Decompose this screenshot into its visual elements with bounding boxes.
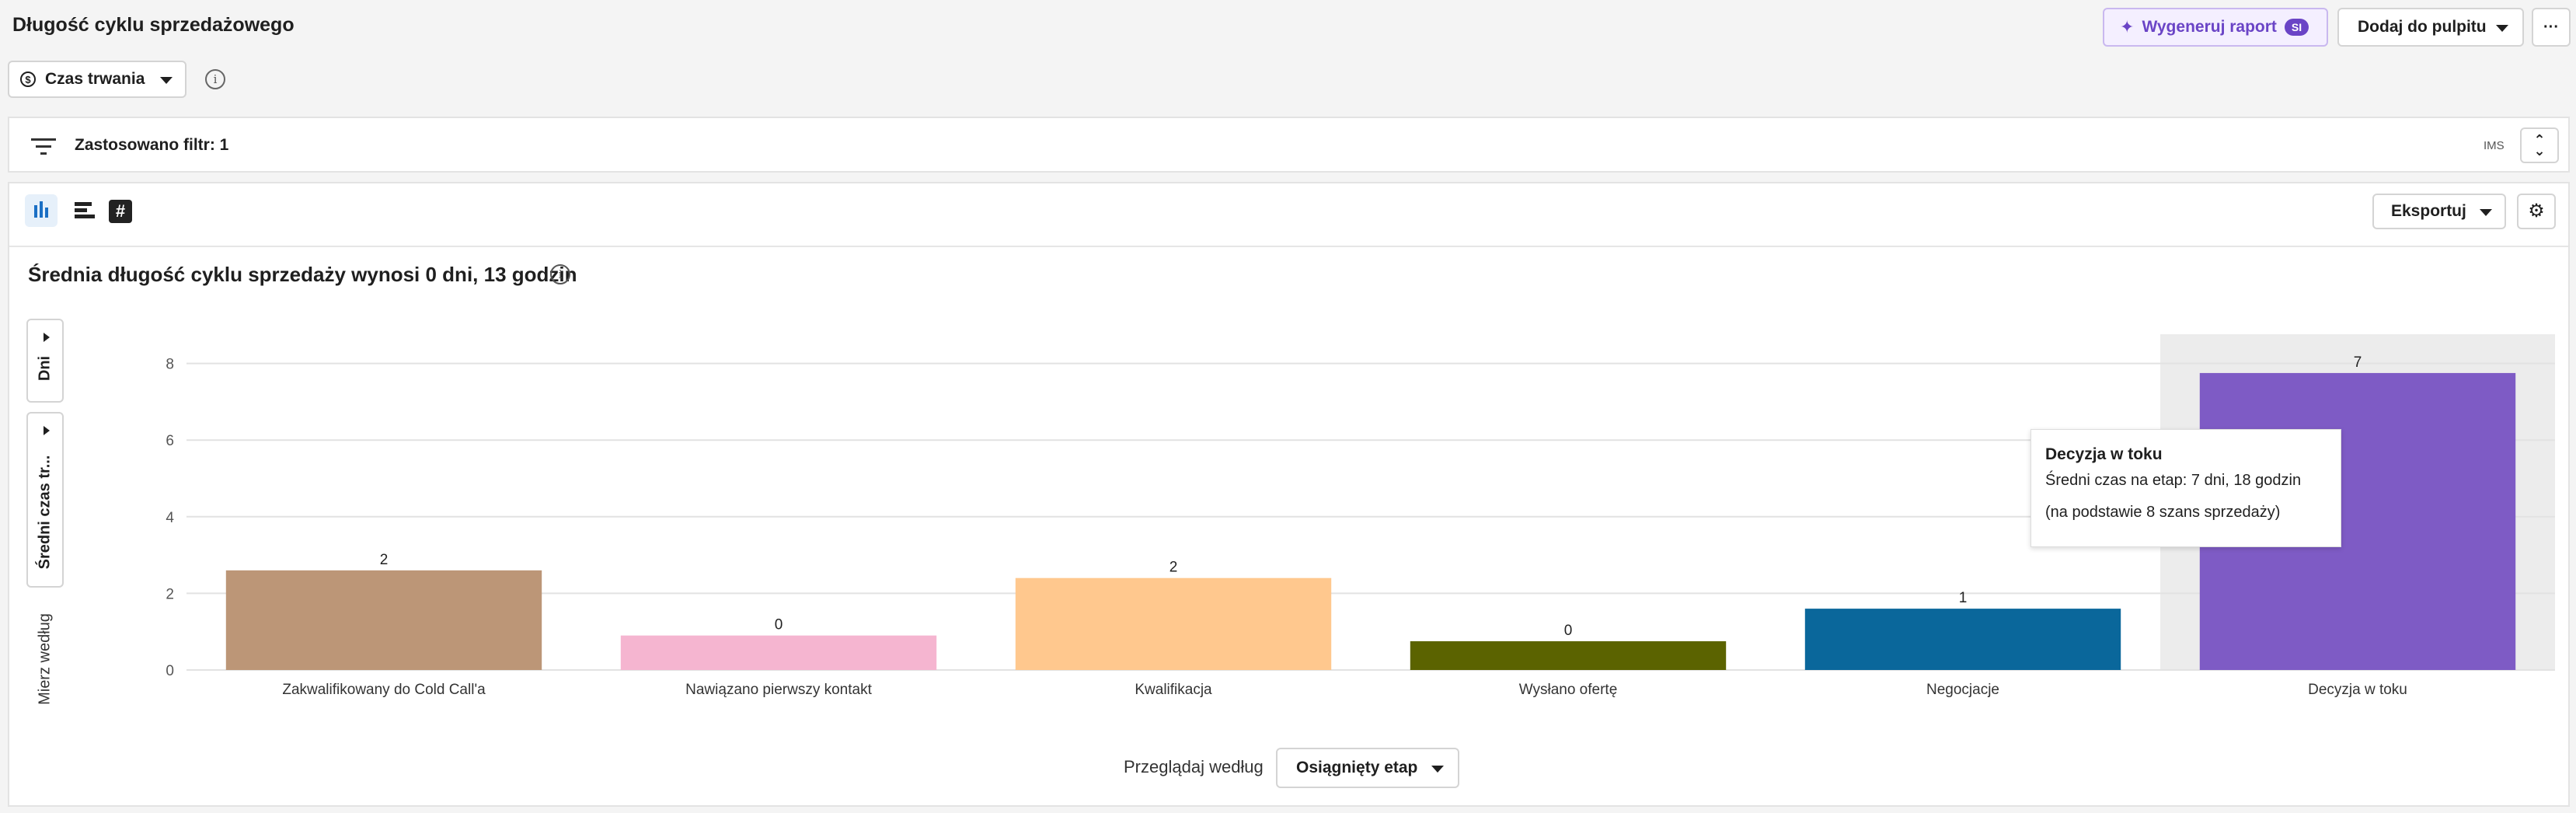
tooltip-line1: Średni czas na etap: 7 dni, 18 godzin	[2045, 472, 2302, 489]
filter-status[interactable]: Zastosowano filtr: 1	[75, 136, 228, 155]
measure-select-label: Czas trwania	[45, 70, 145, 88]
bar	[1015, 577, 1332, 670]
chevron-down-icon	[160, 77, 173, 84]
page-title: Długość cyklu sprzedażowego	[12, 14, 295, 36]
chevron-up-down-icon: ⌃ ⌄	[2533, 132, 2546, 159]
ai-badge: SI	[2284, 19, 2309, 36]
tooltip-title: Decyzja w toku	[2045, 445, 2163, 463]
y-tick-label: 2	[166, 586, 174, 602]
x-tick-label: Decyzja w toku	[2308, 682, 2407, 698]
x-tick-label: Negocjacje	[1926, 682, 1999, 698]
data-label: 0	[1564, 623, 1573, 639]
dollar-icon: $	[20, 72, 36, 87]
summary-title: Średnia długość cyklu sprzedaży wynosi 0…	[28, 263, 577, 286]
x-tick-label: Nawiązano pierwszy kontakt	[685, 682, 872, 698]
export-button[interactable]: Eksportuj	[2372, 194, 2506, 229]
bar	[225, 570, 542, 670]
info-icon[interactable]: i	[550, 264, 570, 284]
add-to-dashboard-label: Dodaj do pulpitu	[2358, 18, 2487, 36]
column-chart-view-toggle[interactable]	[25, 194, 58, 227]
chart-settings-button[interactable]: ⚙	[2517, 194, 2556, 229]
data-label: 1	[1959, 590, 1968, 606]
chart-tooltip: Decyzja w toku Średni czas na etap: 7 dn…	[2030, 429, 2341, 547]
info-icon[interactable]: i	[205, 69, 225, 89]
unit-label: Dni	[36, 356, 54, 382]
data-label: 2	[1169, 560, 1178, 576]
x-tick-label: Kwalifikacja	[1135, 682, 1212, 698]
measure-select[interactable]: $ Czas trwania	[8, 61, 186, 98]
generate-report-button[interactable]: ✦ Wygeneruj raport SI	[2103, 8, 2328, 47]
export-label: Eksportuj	[2391, 202, 2466, 220]
chevron-down-icon	[2496, 25, 2508, 32]
browse-by-label: Przeglądaj według	[1124, 757, 1264, 776]
filter-bar: Zastosowano filtr: 1 IMS ⌃ ⌄	[8, 117, 2570, 173]
chevron-down-icon	[2480, 209, 2492, 216]
browse-by-select[interactable]: Osiągnięty etap	[1276, 748, 1459, 788]
chevron-down-icon	[1431, 766, 1444, 773]
y-tick-label: 4	[166, 510, 174, 526]
metric-label: Średni czas tr...	[36, 455, 54, 569]
x-tick-label: Zakwalifikowany do Cold Call'a	[282, 682, 486, 698]
measure-by-label: Mierz według	[36, 613, 54, 705]
add-to-dashboard-button[interactable]: Dodaj do pulpitu	[2337, 8, 2524, 47]
y-tick-label: 0	[166, 663, 174, 679]
generate-report-label: Wygeneruj raport	[2142, 18, 2277, 36]
collapse-toggle-button[interactable]: ⌃ ⌄	[2520, 127, 2559, 163]
x-tick-label: Wysłano ofertę	[1519, 682, 1618, 698]
filter-tag: IMS	[2484, 139, 2505, 152]
more-options-button[interactable]: ···	[2532, 8, 2571, 47]
browse-by-value: Osiągnięty etap	[1296, 759, 1418, 776]
unit-toggle[interactable]: Dni	[26, 319, 64, 403]
more-icon: ···	[2543, 18, 2559, 36]
data-label: 2	[380, 552, 389, 568]
y-tick-label: 8	[166, 357, 174, 373]
tooltip-line2: (na podstawie 8 szans sprzedaży)	[2045, 504, 2281, 521]
bar	[620, 635, 937, 670]
bar	[1804, 609, 2121, 670]
caret-right-icon	[44, 333, 50, 342]
gear-icon: ⚙	[2528, 201, 2545, 222]
data-label: 7	[2354, 354, 2362, 371]
caret-right-icon	[44, 426, 50, 435]
sparkle-icon: ✦	[2120, 17, 2135, 37]
bar	[1410, 641, 1727, 670]
metric-select[interactable]: Średni czas tr...	[26, 412, 64, 588]
data-label: 0	[775, 617, 783, 633]
table-view-toggle[interactable]: #	[109, 200, 132, 223]
y-tick-label: 6	[166, 433, 174, 449]
filter-icon[interactable]	[31, 137, 56, 155]
bar-chart-view-toggle[interactable]	[68, 194, 101, 227]
